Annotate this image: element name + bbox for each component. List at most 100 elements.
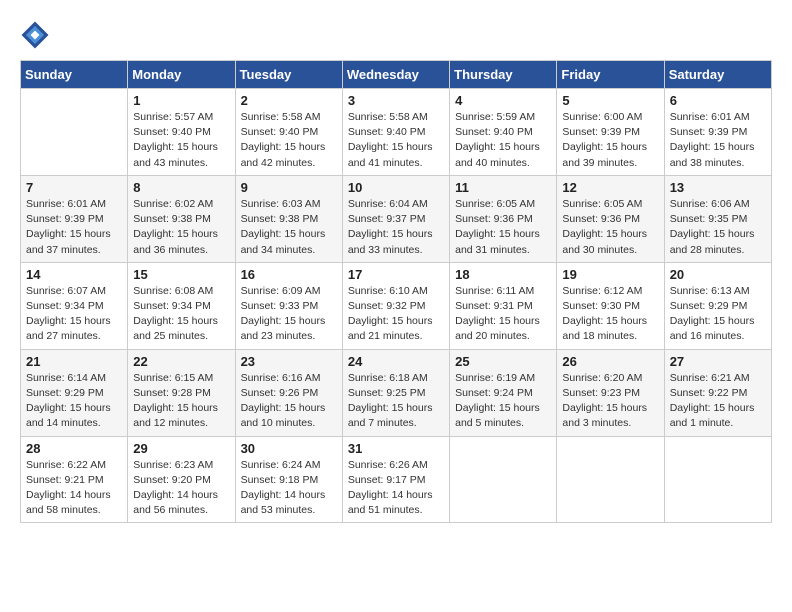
day-info: Sunrise: 6:15 AM Sunset: 9:28 PM Dayligh… [133,371,229,432]
day-number: 8 [133,180,229,195]
weekday-header: Wednesday [342,61,449,89]
day-info: Sunrise: 6:18 AM Sunset: 9:25 PM Dayligh… [348,371,444,432]
day-number: 22 [133,354,229,369]
calendar-cell: 11 Sunrise: 6:05 AM Sunset: 9:36 PM Dayli… [450,175,557,262]
calendar-week-row: 21 Sunrise: 6:14 AM Sunset: 9:29 PM Dayli… [21,349,772,436]
calendar-cell: 29Sunrise: 6:23 AM Sunset: 9:20 PM Dayli… [128,436,235,523]
calendar-cell: 24 Sunrise: 6:18 AM Sunset: 9:25 PM Dayli… [342,349,449,436]
calendar-cell: 12 Sunrise: 6:05 AM Sunset: 9:36 PM Dayli… [557,175,664,262]
day-number: 11 [455,180,551,195]
day-info: Sunrise: 5:58 AM Sunset: 9:40 PM Dayligh… [348,110,444,171]
day-info: Sunrise: 6:12 AM Sunset: 9:30 PM Dayligh… [562,284,658,345]
day-info: Sunrise: 6:10 AM Sunset: 9:32 PM Dayligh… [348,284,444,345]
day-info: Sunrise: 5:59 AM Sunset: 9:40 PM Dayligh… [455,110,551,171]
day-info: Sunrise: 6:08 AM Sunset: 9:34 PM Dayligh… [133,284,229,345]
calendar-week-row: 14Sunrise: 6:07 AM Sunset: 9:34 PM Dayli… [21,262,772,349]
calendar-cell [21,89,128,176]
calendar-cell: 21 Sunrise: 6:14 AM Sunset: 9:29 PM Dayli… [21,349,128,436]
day-info: Sunrise: 5:58 AM Sunset: 9:40 PM Dayligh… [241,110,337,171]
calendar-cell: 13Sunrise: 6:06 AM Sunset: 9:35 PM Dayli… [664,175,771,262]
day-info: Sunrise: 6:13 AM Sunset: 9:29 PM Dayligh… [670,284,766,345]
day-info: Sunrise: 6:00 AM Sunset: 9:39 PM Dayligh… [562,110,658,171]
day-number: 1 [133,93,229,108]
calendar-week-row: 1 Sunrise: 5:57 AM Sunset: 9:40 PM Daylig… [21,89,772,176]
day-info: Sunrise: 6:11 AM Sunset: 9:31 PM Dayligh… [455,284,551,345]
calendar-cell: 7 Sunrise: 6:01 AM Sunset: 9:39 PM Daylig… [21,175,128,262]
day-info: Sunrise: 6:05 AM Sunset: 9:36 PM Dayligh… [455,197,551,258]
day-number: 4 [455,93,551,108]
logo-icon [20,20,50,50]
calendar-cell: 8 Sunrise: 6:02 AM Sunset: 9:38 PM Daylig… [128,175,235,262]
logo [20,20,54,50]
calendar-cell: 4 Sunrise: 5:59 AM Sunset: 9:40 PM Daylig… [450,89,557,176]
day-info: Sunrise: 6:02 AM Sunset: 9:38 PM Dayligh… [133,197,229,258]
day-info: Sunrise: 6:16 AM Sunset: 9:26 PM Dayligh… [241,371,337,432]
calendar-cell: 20 Sunrise: 6:13 AM Sunset: 9:29 PM Dayli… [664,262,771,349]
day-info: Sunrise: 6:03 AM Sunset: 9:38 PM Dayligh… [241,197,337,258]
calendar-cell: 26 Sunrise: 6:20 AM Sunset: 9:23 PM Dayli… [557,349,664,436]
day-info: Sunrise: 6:22 AM Sunset: 9:21 PM Dayligh… [26,458,122,519]
calendar-cell: 23 Sunrise: 6:16 AM Sunset: 9:26 PM Dayli… [235,349,342,436]
calendar-week-row: 28 Sunrise: 6:22 AM Sunset: 9:21 PM Dayli… [21,436,772,523]
weekday-header: Thursday [450,61,557,89]
calendar-cell: 27 Sunrise: 6:21 AM Sunset: 9:22 PM Dayli… [664,349,771,436]
calendar-cell: 19 Sunrise: 6:12 AM Sunset: 9:30 PM Dayli… [557,262,664,349]
day-info: Sunrise: 6:05 AM Sunset: 9:36 PM Dayligh… [562,197,658,258]
day-info: Sunrise: 6:26 AM Sunset: 9:17 PM Dayligh… [348,458,444,519]
calendar-cell: 6 Sunrise: 6:01 AM Sunset: 9:39 PM Daylig… [664,89,771,176]
day-number: 5 [562,93,658,108]
day-info: Sunrise: 5:57 AM Sunset: 9:40 PM Dayligh… [133,110,229,171]
weekday-header: Friday [557,61,664,89]
calendar-cell: 25Sunrise: 6:19 AM Sunset: 9:24 PM Dayli… [450,349,557,436]
day-number: 27 [670,354,766,369]
day-number: 9 [241,180,337,195]
day-number: 6 [670,93,766,108]
day-number: 29 [133,441,229,456]
day-info: Sunrise: 6:01 AM Sunset: 9:39 PM Dayligh… [670,110,766,171]
weekday-header: Sunday [21,61,128,89]
day-number: 3 [348,93,444,108]
calendar-cell: 17Sunrise: 6:10 AM Sunset: 9:32 PM Dayli… [342,262,449,349]
day-info: Sunrise: 6:21 AM Sunset: 9:22 PM Dayligh… [670,371,766,432]
day-number: 23 [241,354,337,369]
day-number: 24 [348,354,444,369]
calendar-cell: 9 Sunrise: 6:03 AM Sunset: 9:38 PM Daylig… [235,175,342,262]
calendar-cell: 28 Sunrise: 6:22 AM Sunset: 9:21 PM Dayli… [21,436,128,523]
day-number: 12 [562,180,658,195]
day-info: Sunrise: 6:20 AM Sunset: 9:23 PM Dayligh… [562,371,658,432]
day-number: 21 [26,354,122,369]
calendar-cell: 14Sunrise: 6:07 AM Sunset: 9:34 PM Dayli… [21,262,128,349]
calendar-cell: 18 Sunrise: 6:11 AM Sunset: 9:31 PM Dayli… [450,262,557,349]
calendar-table: SundayMondayTuesdayWednesdayThursdayFrid… [20,60,772,523]
calendar-cell: 3 Sunrise: 5:58 AM Sunset: 9:40 PM Daylig… [342,89,449,176]
day-number: 10 [348,180,444,195]
day-number: 15 [133,267,229,282]
day-number: 7 [26,180,122,195]
calendar-cell: 31 Sunrise: 6:26 AM Sunset: 9:17 PM Dayli… [342,436,449,523]
day-info: Sunrise: 6:07 AM Sunset: 9:34 PM Dayligh… [26,284,122,345]
day-number: 18 [455,267,551,282]
weekday-header: Tuesday [235,61,342,89]
calendar-cell: 16 Sunrise: 6:09 AM Sunset: 9:33 PM Dayli… [235,262,342,349]
day-number: 31 [348,441,444,456]
day-number: 16 [241,267,337,282]
calendar-cell: 15 Sunrise: 6:08 AM Sunset: 9:34 PM Dayli… [128,262,235,349]
day-info: Sunrise: 6:19 AM Sunset: 9:24 PM Dayligh… [455,371,551,432]
day-info: Sunrise: 6:14 AM Sunset: 9:29 PM Dayligh… [26,371,122,432]
calendar-cell [664,436,771,523]
day-number: 2 [241,93,337,108]
day-number: 28 [26,441,122,456]
day-info: Sunrise: 6:09 AM Sunset: 9:33 PM Dayligh… [241,284,337,345]
calendar-cell: 10 Sunrise: 6:04 AM Sunset: 9:37 PM Dayli… [342,175,449,262]
day-info: Sunrise: 6:04 AM Sunset: 9:37 PM Dayligh… [348,197,444,258]
day-info: Sunrise: 6:24 AM Sunset: 9:18 PM Dayligh… [241,458,337,519]
day-number: 26 [562,354,658,369]
day-info: Sunrise: 6:06 AM Sunset: 9:35 PM Dayligh… [670,197,766,258]
day-info: Sunrise: 6:01 AM Sunset: 9:39 PM Dayligh… [26,197,122,258]
page-header [20,20,772,50]
calendar-cell: 30Sunrise: 6:24 AM Sunset: 9:18 PM Dayli… [235,436,342,523]
day-number: 19 [562,267,658,282]
calendar-cell: 2 Sunrise: 5:58 AM Sunset: 9:40 PM Daylig… [235,89,342,176]
weekday-header: Saturday [664,61,771,89]
day-number: 20 [670,267,766,282]
